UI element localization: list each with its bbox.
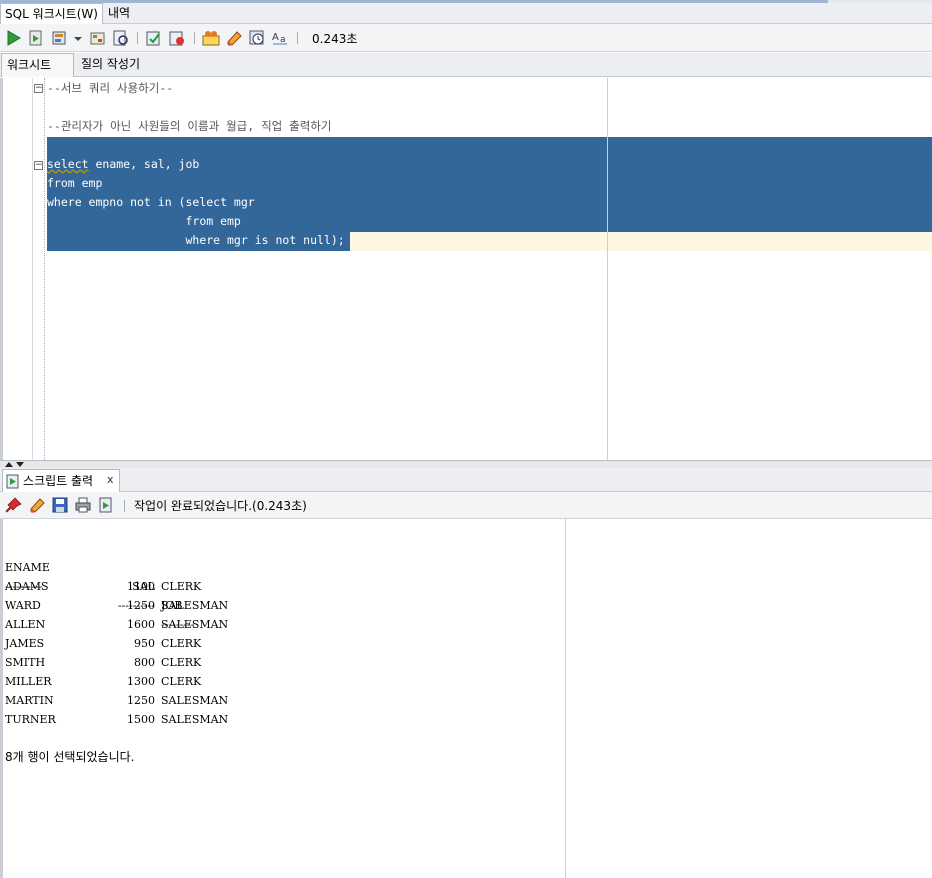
dropdown-arrow-icon[interactable] (72, 29, 84, 47)
cell-sal: 1500 (127, 713, 155, 726)
explain-plan-icon[interactable] (89, 29, 107, 47)
tab-history[interactable]: 내역 (104, 3, 134, 24)
rows-selected-summary: 8개 행이 선택되었습니다. (5, 750, 135, 764)
close-tab-icon[interactable]: x (107, 473, 114, 486)
result-divider-row: ---------- ---------- --------- (5, 558, 194, 631)
editor-gutter (32, 78, 33, 460)
run-script-icon[interactable] (27, 29, 45, 47)
case-change-icon[interactable]: Aa (271, 29, 289, 47)
toolbar-separator (137, 32, 138, 44)
tab-worksheet[interactable]: 워크시트 (1, 53, 74, 77)
cell-sal: 1100 (127, 580, 155, 593)
pin-icon[interactable] (5, 496, 23, 514)
cell-ename: JAMES (5, 637, 45, 650)
cell-job: SALESMAN (161, 694, 229, 707)
cell-job: CLERK (161, 675, 202, 688)
cell-ename: ADAMS (5, 580, 49, 593)
split-arrows-icon[interactable] (4, 461, 26, 468)
script-output-icon (6, 474, 19, 489)
cell-job: CLERK (161, 580, 202, 593)
fold-toggle-icon[interactable]: − (34, 161, 43, 170)
code-line: select ename, sal, job (47, 155, 199, 174)
current-line-highlight (350, 232, 932, 251)
code-line: --서브 쿼리 사용하기-- (47, 81, 174, 95)
toolbar-separator (297, 32, 298, 44)
sql-editor[interactable]: − − --서브 쿼리 사용하기-- --관리자가 아닌 사원들의 이름과 월급… (0, 78, 932, 460)
cell-ename: ALLEN (5, 618, 46, 631)
cell-sal: 800 (134, 656, 155, 669)
cell-job: CLERK (161, 637, 202, 650)
code-line-rest: ename, sal, job (88, 157, 200, 171)
rollback-icon[interactable] (168, 29, 186, 47)
code-line: from emp (47, 214, 241, 228)
run-statement-icon[interactable] (5, 29, 23, 47)
code-keyword-select: select (47, 157, 89, 171)
cell-sal: 1600 (127, 618, 155, 631)
cell-ename: SMITH (5, 656, 46, 669)
cell-sal: 1250 (127, 694, 155, 707)
output-toolbar: 작업이 완료되었습니다.(0.243초) (0, 492, 932, 519)
worksheet-toolbar: Aa 0.243초 (0, 24, 932, 52)
clear-icon[interactable] (225, 29, 243, 47)
editor-tab-row: 워크시트 질의 작성기 (0, 53, 932, 77)
window-tab-row: SQL 워크시트(W) 내역 (0, 3, 932, 24)
commit-icon[interactable] (145, 29, 163, 47)
task-status: 작업이 완료되었습니다.(0.243초) (134, 499, 307, 513)
script-output-area[interactable]: ENAME SAL JOB ---------- ---------- ----… (0, 519, 932, 878)
fold-toggle-icon[interactable]: − (34, 84, 43, 93)
result-header-row: ENAME SAL JOB (5, 539, 183, 612)
open-file-icon[interactable] (97, 496, 115, 514)
code-line: from emp (47, 176, 103, 190)
output-divider-line (565, 519, 566, 878)
cell-ename: MARTIN (5, 694, 54, 707)
tab-query-builder[interactable]: 질의 작성기 (76, 53, 145, 77)
cell-job: SALESMAN (161, 618, 229, 631)
cell-job: CLERK (161, 656, 202, 669)
history-icon[interactable] (248, 29, 266, 47)
right-margin-line-overlay (607, 78, 608, 460)
sql-tuning-icon[interactable] (112, 29, 130, 47)
cell-job: SALESMAN (161, 713, 229, 726)
clear-output-icon[interactable] (28, 496, 46, 514)
toolbar-separator (124, 500, 125, 512)
autotrace-icon[interactable] (51, 29, 69, 47)
fold-guide (44, 78, 45, 460)
cell-ename: TURNER (5, 713, 56, 726)
sql-format-icon[interactable] (202, 29, 220, 47)
cell-ename: WARD (5, 599, 41, 612)
save-icon[interactable] (51, 496, 69, 514)
code-line: --관리자가 아닌 사원들의 이름과 월급, 직업 출력하기 (47, 119, 332, 133)
cell-job: SALESMAN (161, 599, 229, 612)
execution-timer: 0.243초 (312, 32, 358, 46)
cell-sal: 1300 (127, 675, 155, 688)
toolbar-separator (194, 32, 195, 44)
code-line: where mgr is not null); (47, 233, 345, 247)
panel-splitter[interactable] (0, 460, 932, 468)
cell-ename: MILLER (5, 675, 52, 688)
tab-sql-worksheet[interactable]: SQL 워크시트(W) (0, 3, 103, 24)
code-line: where empno not in (select mgr (47, 195, 255, 209)
print-icon[interactable] (74, 496, 92, 514)
tab-script-output[interactable]: 스크립트 출력 x (2, 469, 120, 492)
cell-sal: 950 (134, 637, 155, 650)
script-output-label: 스크립트 출력 (23, 474, 94, 488)
svg-text:A: A (272, 32, 279, 43)
cell-sal: 1250 (127, 599, 155, 612)
output-tab-row: 스크립트 출력 x (0, 468, 932, 492)
